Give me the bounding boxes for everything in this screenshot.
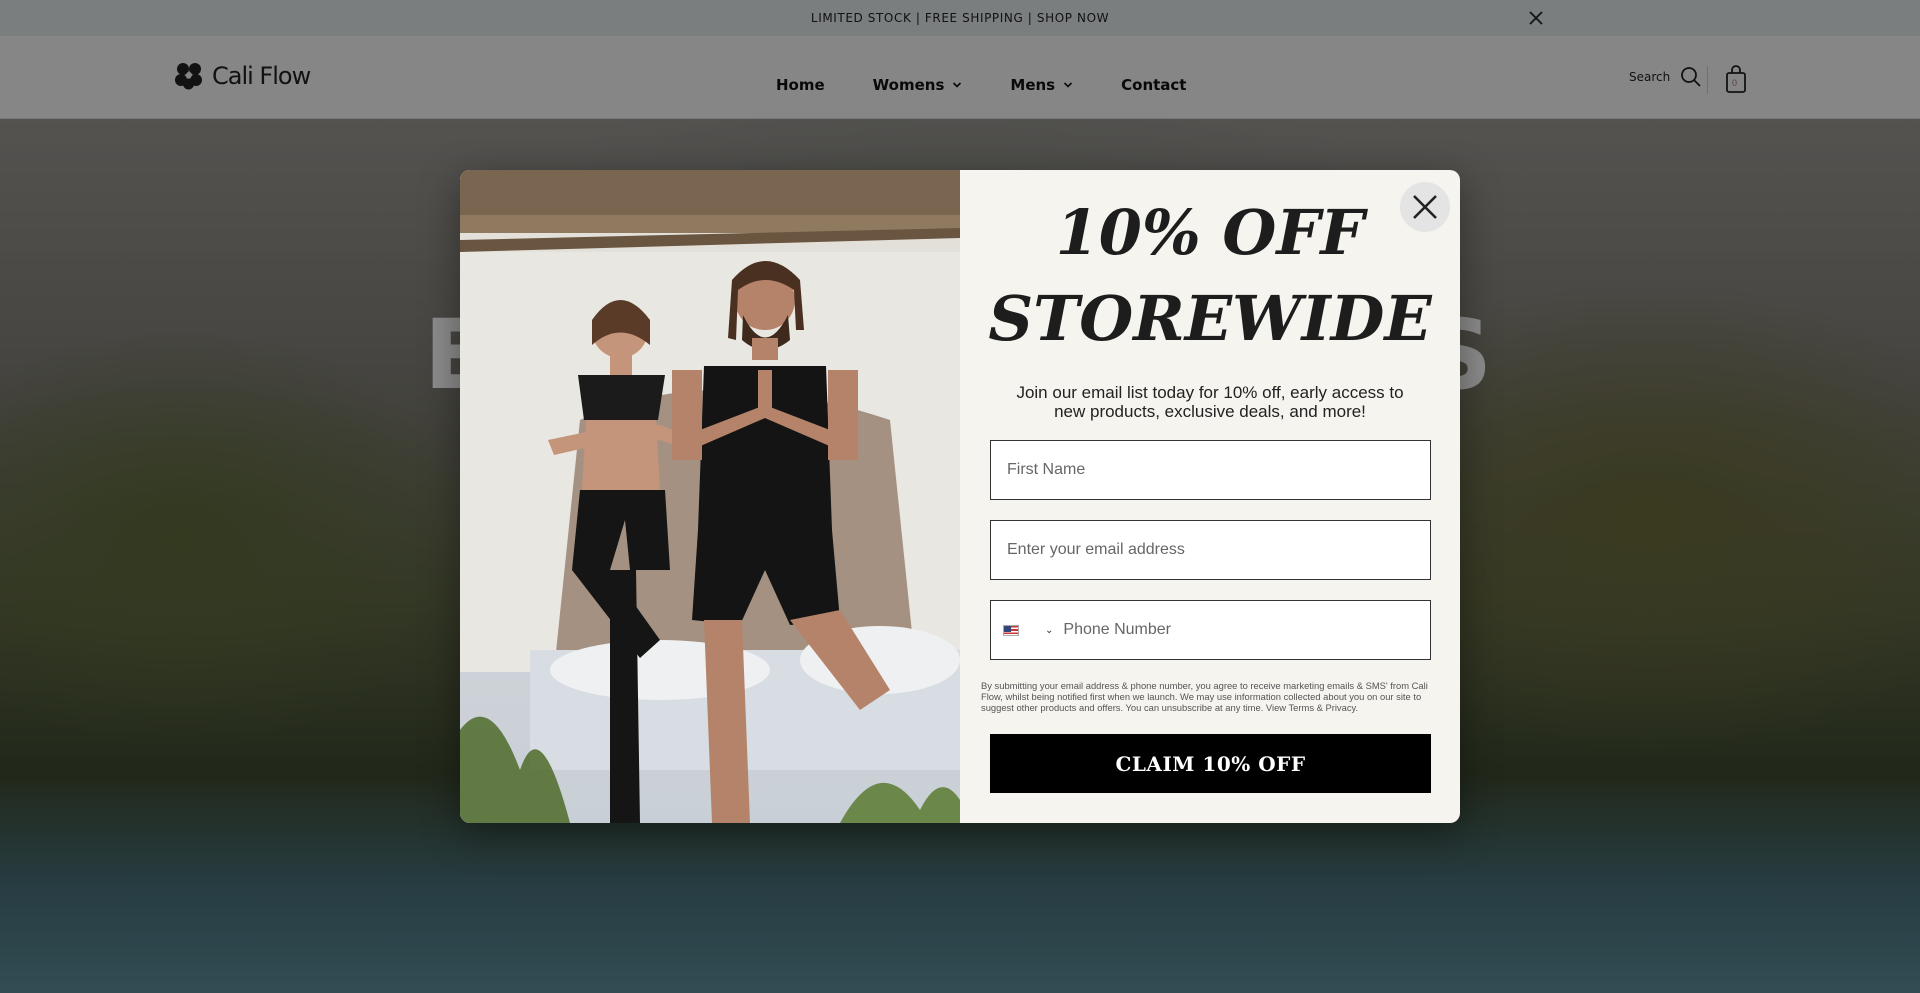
- popup-headline: 10% OFF STOREWIDE: [960, 190, 1460, 362]
- close-icon: [1413, 195, 1437, 219]
- phone-placeholder: Phone Number: [1063, 621, 1172, 638]
- email-placeholder: Enter your email address: [1007, 541, 1185, 558]
- phone-field[interactable]: ⌄ Phone Number: [990, 600, 1431, 660]
- claim-discount-button[interactable]: CLAIM 10% OFF: [990, 734, 1431, 793]
- discount-popup: 10% OFF STOREWIDE Join our email list to…: [460, 170, 1460, 823]
- first-name-field[interactable]: First Name: [990, 440, 1431, 500]
- country-chevron-down-icon[interactable]: ⌄: [1045, 625, 1053, 636]
- email-field[interactable]: Enter your email address: [990, 520, 1431, 580]
- popup-close-button[interactable]: [1400, 182, 1450, 232]
- first-name-placeholder: First Name: [1007, 461, 1086, 478]
- popup-form-area: 10% OFF STOREWIDE Join our email list to…: [960, 170, 1460, 823]
- popup-photo: [460, 170, 960, 823]
- us-flag-icon[interactable]: [1003, 624, 1019, 636]
- claim-discount-label: CLAIM 10% OFF: [1115, 751, 1306, 776]
- legal-disclaimer: By submitting your email address & phone…: [981, 680, 1428, 713]
- popup-subtext: Join our email list today for 10% off, e…: [1016, 383, 1404, 421]
- headline-line-1: 10% OFF: [1055, 196, 1365, 269]
- headline-line-2: STOREWIDE: [988, 282, 1432, 355]
